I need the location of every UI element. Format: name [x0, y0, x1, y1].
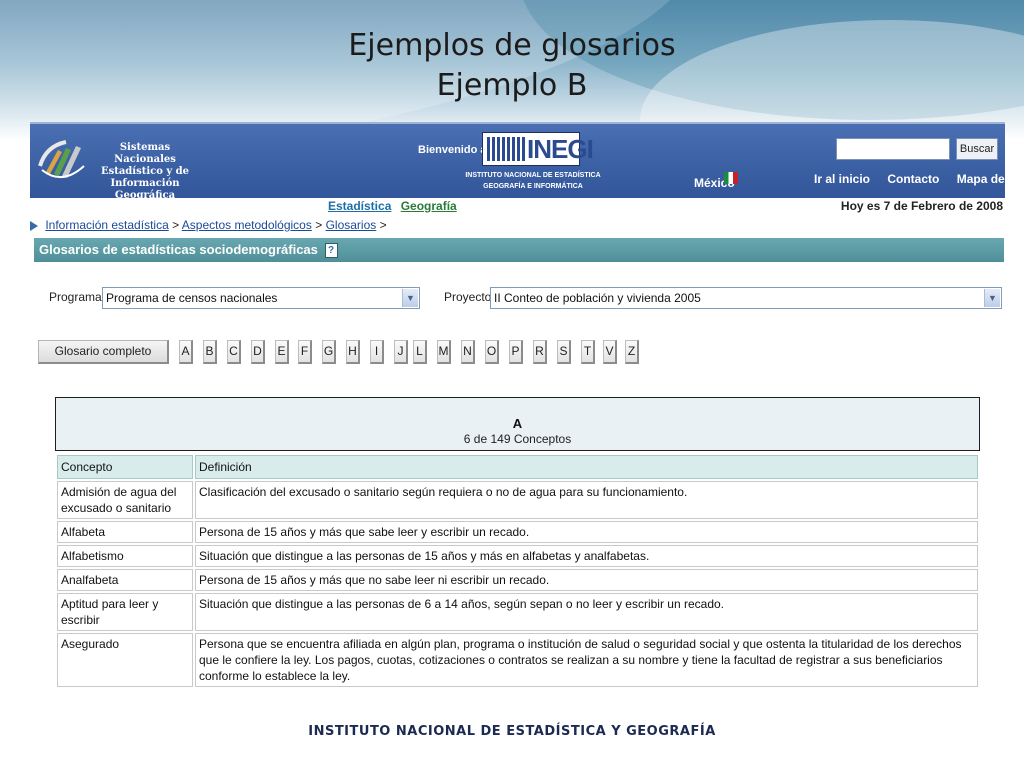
table-header-row: Concepto Definición [57, 455, 978, 479]
full-glossary-button[interactable]: Glosario completo [38, 340, 169, 364]
search-input[interactable] [836, 138, 950, 160]
section-title-bar: Glosarios de estadísticas sociodemográfi… [34, 238, 1004, 262]
slide-title-line2: Ejemplo B [436, 68, 588, 103]
inegi-wordmark: INEGI [527, 134, 594, 164]
logo-text: Sistemas Nacionales Estadístico y de Inf… [100, 142, 190, 201]
tab-estadistica[interactable]: Estadística [328, 199, 391, 213]
breadcrumb-separator: > [315, 218, 323, 232]
table-row: Aptitud para leer y escribir Situación qu… [57, 593, 978, 631]
table-row: Alfabeta Persona de 15 años y más que sab… [57, 521, 978, 543]
glossary-table: Concepto Definición Admisión de agua del… [55, 453, 980, 689]
mexico-flag-icon [724, 172, 738, 184]
letter-button-o[interactable]: O [485, 340, 499, 364]
programa-label: Programa: [49, 290, 106, 304]
inegi-subtitle: INSTITUTO NACIONAL DE ESTADÍSTICA GEOGRA… [465, 172, 601, 190]
letter-button-b[interactable]: B [203, 340, 217, 364]
chevron-down-icon[interactable]: ▼ [984, 289, 1000, 307]
concepto-cell: Alfabetismo [57, 545, 193, 567]
breadcrumb-item[interactable]: Glosarios [326, 218, 377, 232]
table-row: Alfabetismo Situación que distingue a las… [57, 545, 978, 567]
programa-value: Programa de censos nacionales [106, 291, 278, 305]
footer-brand: INSTITUTO NACIONAL DE ESTADÍSTICA Y GEOG… [308, 724, 716, 739]
results-count: 6 de 149 Conceptos [463, 432, 572, 446]
proyecto-value: II Conteo de población y vivienda 2005 [494, 291, 701, 305]
concepto-cell: Analfabeta [57, 569, 193, 591]
definicion-cell: Situación que distingue a las personas d… [195, 593, 978, 631]
link-home[interactable]: Ir al inicio [814, 172, 870, 186]
letter-button-g[interactable]: G [322, 340, 336, 364]
definicion-cell: Clasificación del excusado o sanitario s… [195, 481, 978, 519]
letter-button-j[interactable]: J [394, 340, 408, 364]
table-row: Asegurado Persona que se encuentra afilia… [57, 633, 978, 687]
letter-button-a[interactable]: A [179, 340, 193, 364]
search-button[interactable]: Buscar [956, 138, 998, 160]
breadcrumb-arrow-icon [30, 220, 38, 231]
help-icon[interactable]: ? [324, 243, 338, 259]
definicion-cell: Persona de 15 años y más que no sabe lee… [195, 569, 978, 591]
link-contact[interactable]: Contacto [887, 172, 939, 186]
current-date: Hoy es 7 de Febrero de 2008 [840, 199, 1003, 213]
letter-button-t[interactable]: T [581, 340, 595, 364]
inegi-bars-icon [487, 137, 527, 161]
proyecto-label: Proyecto: [444, 290, 495, 304]
web-page-screenshot: Sistemas Nacionales Estadístico y de Inf… [30, 122, 1024, 694]
concepto-cell: Admisión de agua del excusado o sanitari… [57, 481, 193, 519]
letter-button-s[interactable]: S [557, 340, 571, 364]
definicion-cell: Persona de 15 años y más que sabe leer y… [195, 521, 978, 543]
results-letter: A [512, 416, 523, 431]
letter-button-i[interactable]: I [370, 340, 384, 364]
breadcrumb-item[interactable]: Aspectos metodológicos [182, 218, 312, 232]
column-header-definicion: Definición [195, 455, 978, 479]
letter-button-l[interactable]: L [413, 340, 427, 364]
breadcrumb-item[interactable]: Información estadística [45, 218, 168, 232]
concepto-cell: Asegurado [57, 633, 193, 687]
slide-title-line1: Ejemplos de glosarios [348, 28, 676, 63]
link-sitemap[interactable]: Mapa de sitio [957, 172, 1024, 186]
programa-select[interactable]: Programa de censos nacionales ▼ [102, 287, 420, 309]
site-header: Sistemas Nacionales Estadístico y de Inf… [30, 122, 1024, 201]
tab-group: Estadística Geografía [328, 199, 457, 213]
sub-navigation: Estadística Geografía Hoy es 7 de Febrer… [30, 196, 1005, 216]
concepto-cell: Aptitud para leer y escribir [57, 593, 193, 631]
definicion-cell: Persona que se encuentra afiliada en alg… [195, 633, 978, 687]
section-title: Glosarios de estadísticas sociodemográfi… [39, 242, 318, 257]
letter-button-d[interactable]: D [251, 340, 265, 364]
breadcrumb-separator: > [379, 218, 387, 232]
inegi-logo[interactable]: INEGI [482, 132, 594, 166]
letter-button-c[interactable]: C [227, 340, 241, 364]
letter-button-h[interactable]: H [346, 340, 360, 364]
breadcrumb-separator: > [172, 218, 180, 232]
tab-geografia[interactable]: Geografía [401, 199, 457, 213]
welcome-text: Bienvenido al [418, 144, 490, 156]
column-header-concepto: Concepto [57, 455, 193, 479]
proyecto-select[interactable]: II Conteo de población y vivienda 2005 ▼ [490, 287, 1002, 309]
letter-button-r[interactable]: R [533, 340, 547, 364]
table-row: Analfabeta Persona de 15 años y más que n… [57, 569, 978, 591]
table-row: Admisión de agua del excusado o sanitari… [57, 481, 978, 519]
results-header: A 6 de 149 Conceptos [55, 397, 980, 451]
concepto-cell: Alfabeta [57, 521, 193, 543]
letter-button-z[interactable]: Z [625, 340, 639, 364]
sistemas-nacionales-logo-icon[interactable] [36, 136, 88, 184]
letter-button-m[interactable]: M [437, 340, 451, 364]
letter-button-p[interactable]: P [509, 340, 523, 364]
letter-button-e[interactable]: E [275, 340, 289, 364]
breadcrumb: Información estadística > Aspectos metod… [30, 218, 387, 236]
definicion-cell: Situación que distingue a las personas d… [195, 545, 978, 567]
letter-button-n[interactable]: N [461, 340, 475, 364]
slide-title: Ejemplos de glosarios Ejemplo B [0, 26, 1024, 106]
chevron-down-icon[interactable]: ▼ [402, 289, 418, 307]
header-links: Ir al inicio Contacto Mapa de sitio [814, 172, 1024, 186]
letter-button-v[interactable]: V [603, 340, 617, 364]
letter-button-f[interactable]: F [298, 340, 312, 364]
